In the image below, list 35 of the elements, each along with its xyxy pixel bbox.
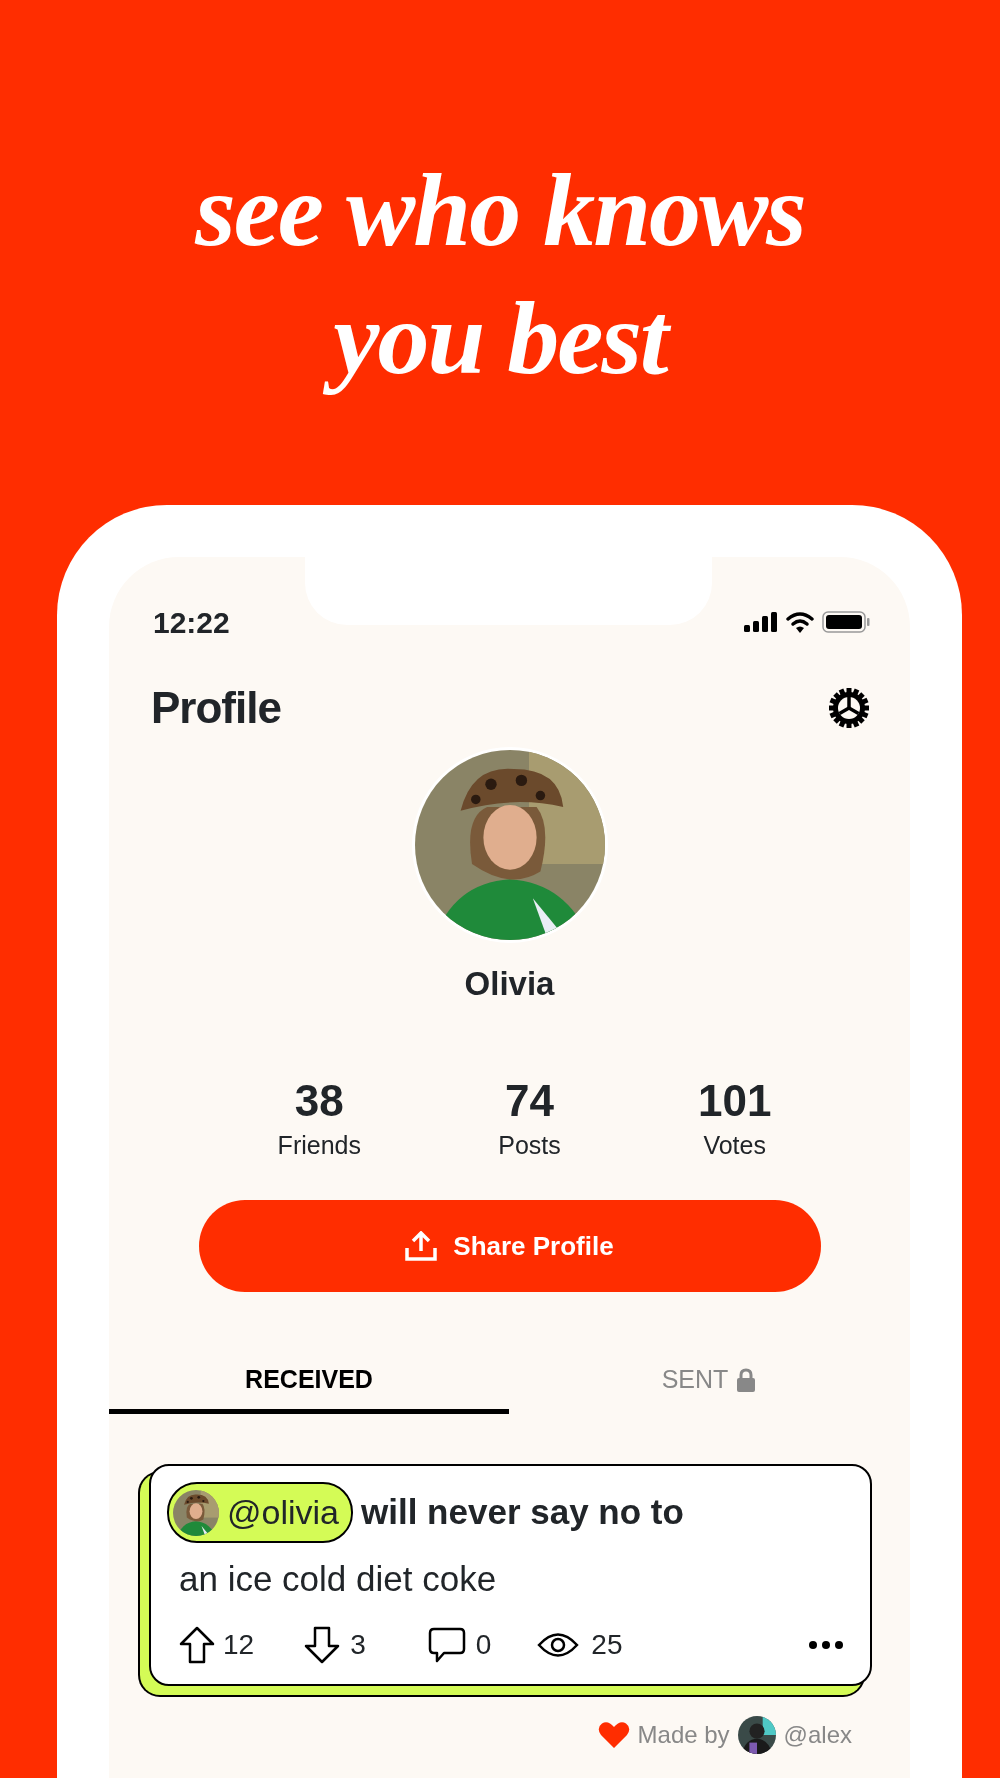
- count-text: 0: [475, 1627, 492, 1662]
- wifi-icon: [786, 611, 814, 633]
- headline-text: see who knows: [193, 151, 806, 269]
- upload-icon: [405, 1231, 438, 1261]
- lock-icon: [736, 1367, 757, 1392]
- stat-value: 101: [697, 1078, 772, 1123]
- count-text: 3: [350, 1627, 366, 1662]
- settings-icon[interactable]: [828, 687, 870, 729]
- page-title: Profile: [151, 682, 281, 734]
- count-text: 12: [223, 1627, 255, 1662]
- signal-icon: [744, 612, 778, 632]
- more-icon[interactable]: [808, 1639, 844, 1650]
- status-time: 12:22: [153, 604, 230, 641]
- share-profile-button[interactable]: Share Profile: [198, 1200, 821, 1292]
- post-text: an ice cold diet coke: [179, 1558, 498, 1600]
- tab[interactable]: RECEIVED: [109, 1350, 509, 1414]
- downvote-icon[interactable]: [304, 1625, 341, 1664]
- stat-label: Posts: [498, 1129, 561, 1161]
- post-lead-text: will never say no to: [361, 1491, 684, 1534]
- made-by-text: Made by: [637, 1719, 730, 1750]
- stat-label: Votes: [703, 1129, 766, 1161]
- stat-label: Friends: [277, 1129, 361, 1161]
- tab[interactable]: SENT: [509, 1350, 909, 1414]
- heart-icon: [597, 1720, 630, 1749]
- mention-tag[interactable]: @olivia: [167, 1482, 353, 1543]
- battery-icon: [822, 611, 870, 633]
- profile-name: Olivia: [464, 964, 555, 1004]
- author-handle[interactable]: @alex: [783, 1716, 852, 1753]
- stat-value: 74: [505, 1078, 554, 1123]
- headline-text: you best: [317, 278, 683, 406]
- eye-icon: [537, 1631, 580, 1658]
- count-text: 25: [591, 1627, 623, 1662]
- upvote-icon[interactable]: [179, 1625, 215, 1664]
- comment-icon[interactable]: [427, 1626, 466, 1663]
- stat-value: 38: [294, 1078, 344, 1123]
